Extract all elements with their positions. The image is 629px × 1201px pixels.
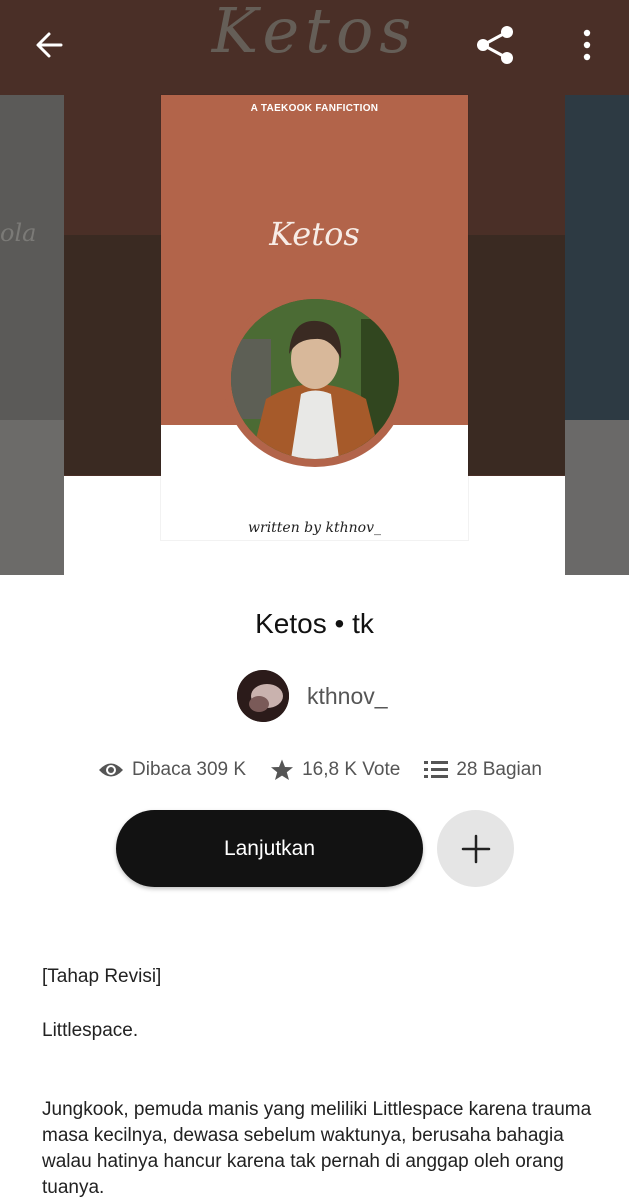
backdrop-left-band — [64, 235, 164, 475]
cover-title: Ketos — [269, 215, 360, 253]
next-cover-lower — [565, 420, 629, 575]
parts-stat: 28 Bagian — [424, 759, 542, 781]
previous-cover-script: ola — [0, 219, 37, 247]
cover-hero: Ketos ola A TAEKOOK FANFICTION Ketos wri… — [0, 0, 629, 575]
reads-count: Dibaca 309 K — [132, 759, 247, 780]
cover-author-signature: written by kthnov_ — [248, 520, 381, 536]
arrow-left-icon — [36, 32, 63, 58]
more-vertical-icon — [583, 29, 591, 61]
share-button[interactable] — [470, 20, 520, 70]
list-icon — [424, 761, 449, 778]
more-options-button[interactable] — [562, 20, 612, 70]
eye-icon — [99, 763, 123, 777]
reads-stat: Dibaca 309 K — [98, 759, 246, 781]
backdrop-right-band — [465, 235, 565, 475]
next-cover[interactable] — [565, 95, 629, 575]
cover-portrait — [231, 299, 399, 459]
parts-count: 28 Bagian — [456, 759, 542, 780]
star-icon — [271, 759, 294, 780]
share-icon — [477, 26, 513, 64]
cover-subtitle: A TAEKOOK FANFICTION — [250, 103, 379, 114]
description-revision-note: [Tahap Revisi] — [42, 966, 162, 987]
continue-reading-button[interactable]: Lanjutkan — [116, 810, 423, 887]
book-cover[interactable]: A TAEKOOK FANFICTION Ketos written by kt… — [161, 95, 468, 540]
votes-stat: 16,8 K Vote — [270, 758, 400, 782]
avatar[interactable] — [237, 670, 289, 722]
story-stats: Dibaca 309 K 16,8 K Vote 28 Bagian — [98, 755, 566, 785]
continue-reading-label: Lanjutkan — [223, 836, 316, 860]
previous-cover[interactable]: ola — [0, 95, 64, 575]
author-profile-link[interactable]: kthnov_ — [237, 670, 388, 722]
story-title: Ketos • tk — [255, 608, 374, 639]
back-button[interactable] — [24, 20, 74, 70]
cover-portrait-frame — [223, 291, 407, 467]
plus-icon — [461, 834, 490, 863]
previous-cover-lower — [0, 420, 64, 575]
description-tag: Littlespace. — [42, 1020, 139, 1041]
add-to-library-button[interactable] — [437, 810, 514, 887]
description-synopsis: Jungkook, pemuda manis yang meliliki Lit… — [42, 1099, 592, 1198]
votes-count: 16,8 K Vote — [302, 759, 401, 780]
hero-background-title: Ketos — [211, 0, 418, 67]
author-name[interactable]: kthnov_ — [307, 683, 388, 710]
